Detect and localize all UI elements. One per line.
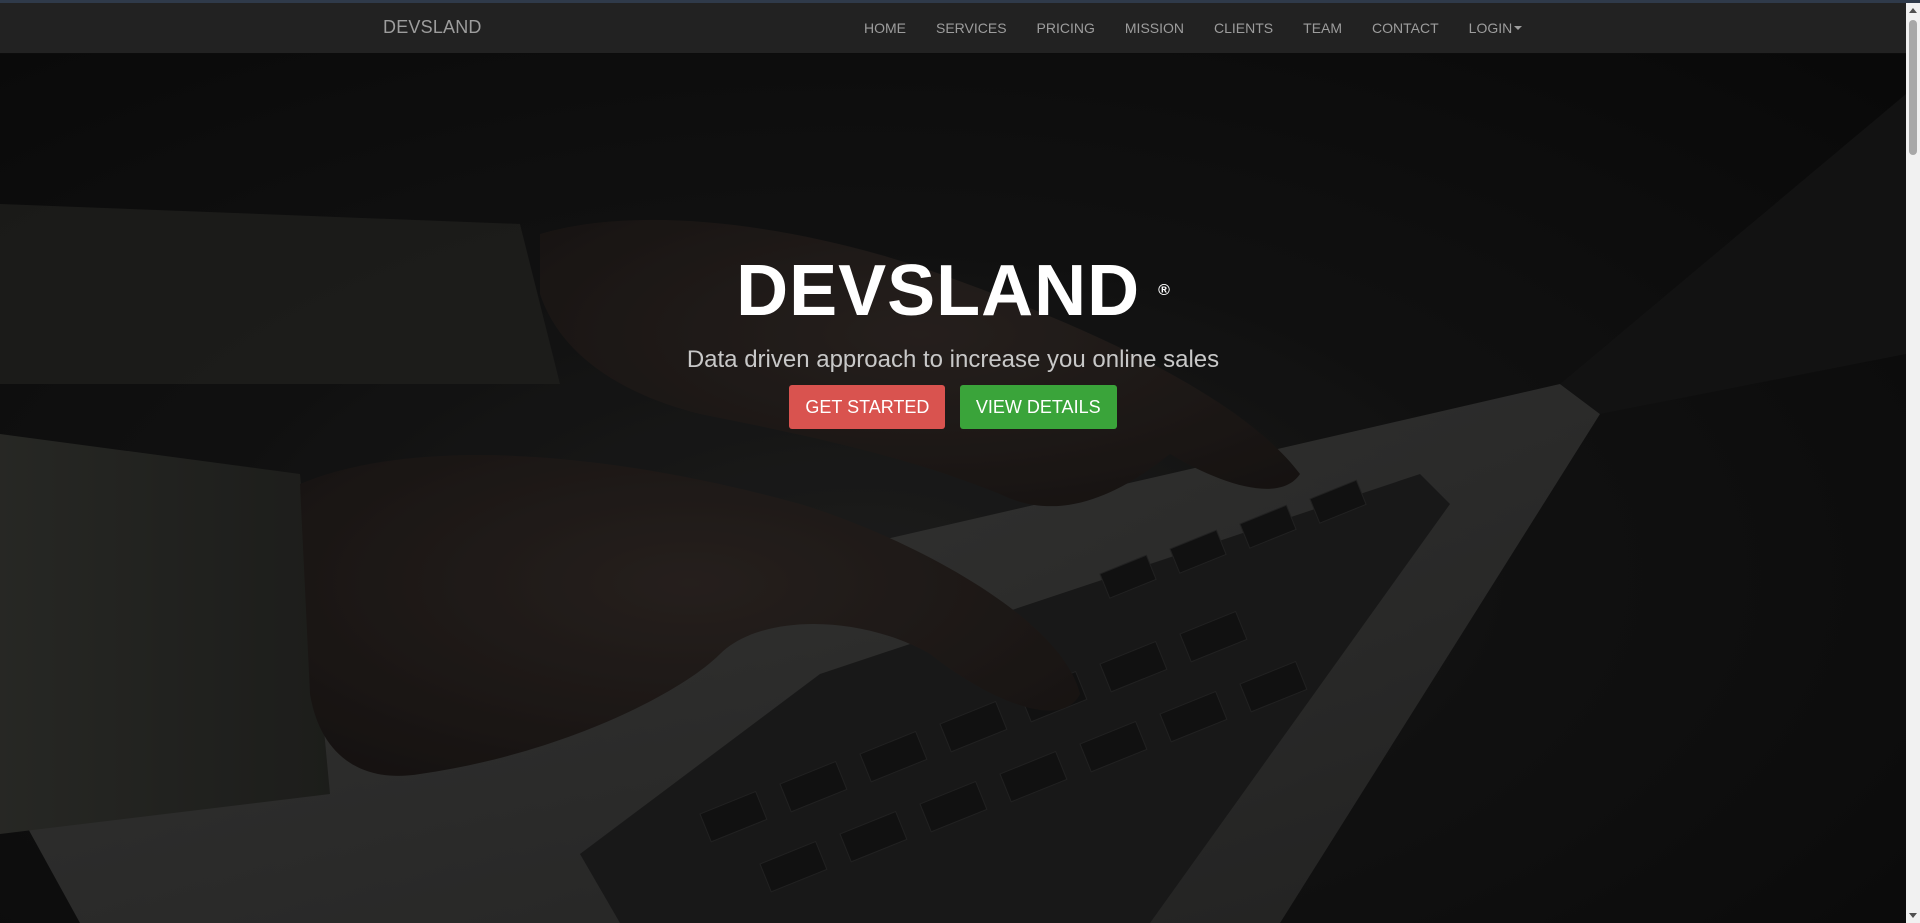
hero-section: DEVSLAND ® Data driven approach to increa… <box>0 54 1906 923</box>
navbar: DEVSLAND HOME SERVICES PRICING MISSION C… <box>0 3 1906 54</box>
hero-title-wrap: DEVSLAND ® <box>0 250 1906 332</box>
caret-down-icon <box>1514 26 1523 31</box>
nav-item-pricing[interactable]: PRICING <box>1022 3 1110 53</box>
nav-item-team[interactable]: TEAM <box>1288 3 1357 53</box>
nav-item-login-dropdown[interactable]: LOGIN <box>1454 3 1538 53</box>
nav-item-login-label: LOGIN <box>1468 20 1513 36</box>
nav-item-home[interactable]: HOME <box>849 3 921 53</box>
registered-mark: ® <box>1158 282 1170 299</box>
scroll-down-arrow-icon[interactable] <box>1909 913 1917 918</box>
hero-content: DEVSLAND ® Data driven approach to increa… <box>0 54 1906 923</box>
hero-title: DEVSLAND <box>736 251 1141 331</box>
get-started-button[interactable]: GET STARTED <box>789 385 946 429</box>
hero-subtitle: Data driven approach to increase you onl… <box>686 346 1220 373</box>
scrollbar-thumb[interactable] <box>1909 20 1917 155</box>
nav-item-contact[interactable]: CONTACT <box>1357 3 1454 53</box>
nav-item-mission[interactable]: MISSION <box>1110 3 1199 53</box>
scroll-up-arrow-icon[interactable] <box>1909 8 1917 13</box>
view-details-button[interactable]: VIEW DETAILS <box>959 385 1117 429</box>
navbar-brand[interactable]: DEVSLAND <box>383 17 482 38</box>
vertical-scrollbar[interactable] <box>1906 3 1920 923</box>
nav-item-services[interactable]: SERVICES <box>921 3 1022 53</box>
nav-menu: HOME SERVICES PRICING MISSION CLIENTS TE… <box>849 3 1537 53</box>
hero-buttons: GET STARTED VIEW DETAILS <box>0 385 1906 429</box>
page: DEVSLAND HOME SERVICES PRICING MISSION C… <box>0 0 1920 923</box>
nav-item-clients[interactable]: CLIENTS <box>1199 3 1288 53</box>
